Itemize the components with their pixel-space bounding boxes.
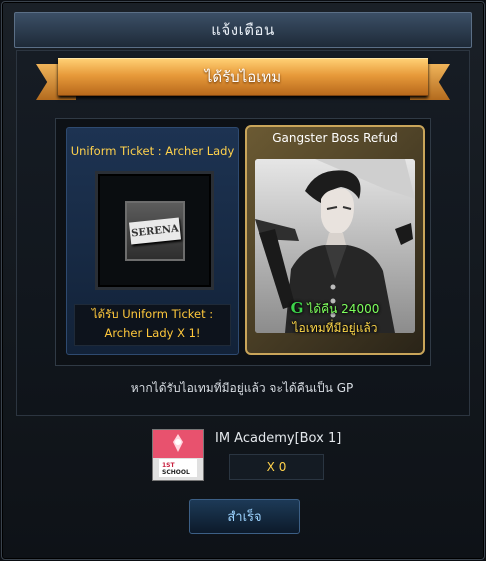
already-owned-label: ไอเทมที่มีอยู่แล้ว <box>292 321 378 335</box>
box-name: IM Academy[Box 1] <box>215 431 342 446</box>
serena-tag-icon: SERENA <box>128 217 182 245</box>
owned-item-card[interactable]: Gangster Boss Refud G ได้คืน 24000 ไอเทม… <box>245 125 425 355</box>
refund-amount: G ได้คืน 24000 <box>247 299 423 319</box>
item-received-banner: ได้รับไอเทม <box>36 58 450 102</box>
received-item-description: ได้รับ Uniform Ticket : Archer Lady X 1! <box>74 304 231 346</box>
received-item-card: Uniform Ticket : Archer Lady SERENA ได้ร… <box>66 127 239 355</box>
owned-item-name: Gangster Boss Refud <box>272 131 398 145</box>
received-item-slot[interactable]: SERENA <box>95 171 214 290</box>
academy-box-icon[interactable]: 1ST SCHOOL <box>152 429 204 481</box>
dialog-title: แจ้งเตือน <box>14 12 472 48</box>
gp-icon: G <box>290 299 304 317</box>
refund-notice: หากได้รับไอเทมที่มีอยู่แล้ว จะได้คืนเป็น… <box>130 381 354 395</box>
box-icon-text-1: 1ST <box>162 462 175 469</box>
confirm-button[interactable]: สำเร็จ <box>189 499 300 534</box>
box-quantity: X 0 <box>229 454 324 480</box>
box-icon-text-2: SCHOOL <box>162 469 190 476</box>
school-box-icon: 1ST SCHOOL <box>153 430 203 480</box>
refund-text: ได้คืน 24000 <box>307 302 380 316</box>
received-item-thumbnail: SERENA <box>125 201 185 261</box>
banner-label: ได้รับไอเทม <box>58 58 428 96</box>
received-item-name: Uniform Ticket : Archer Lady <box>70 144 235 158</box>
